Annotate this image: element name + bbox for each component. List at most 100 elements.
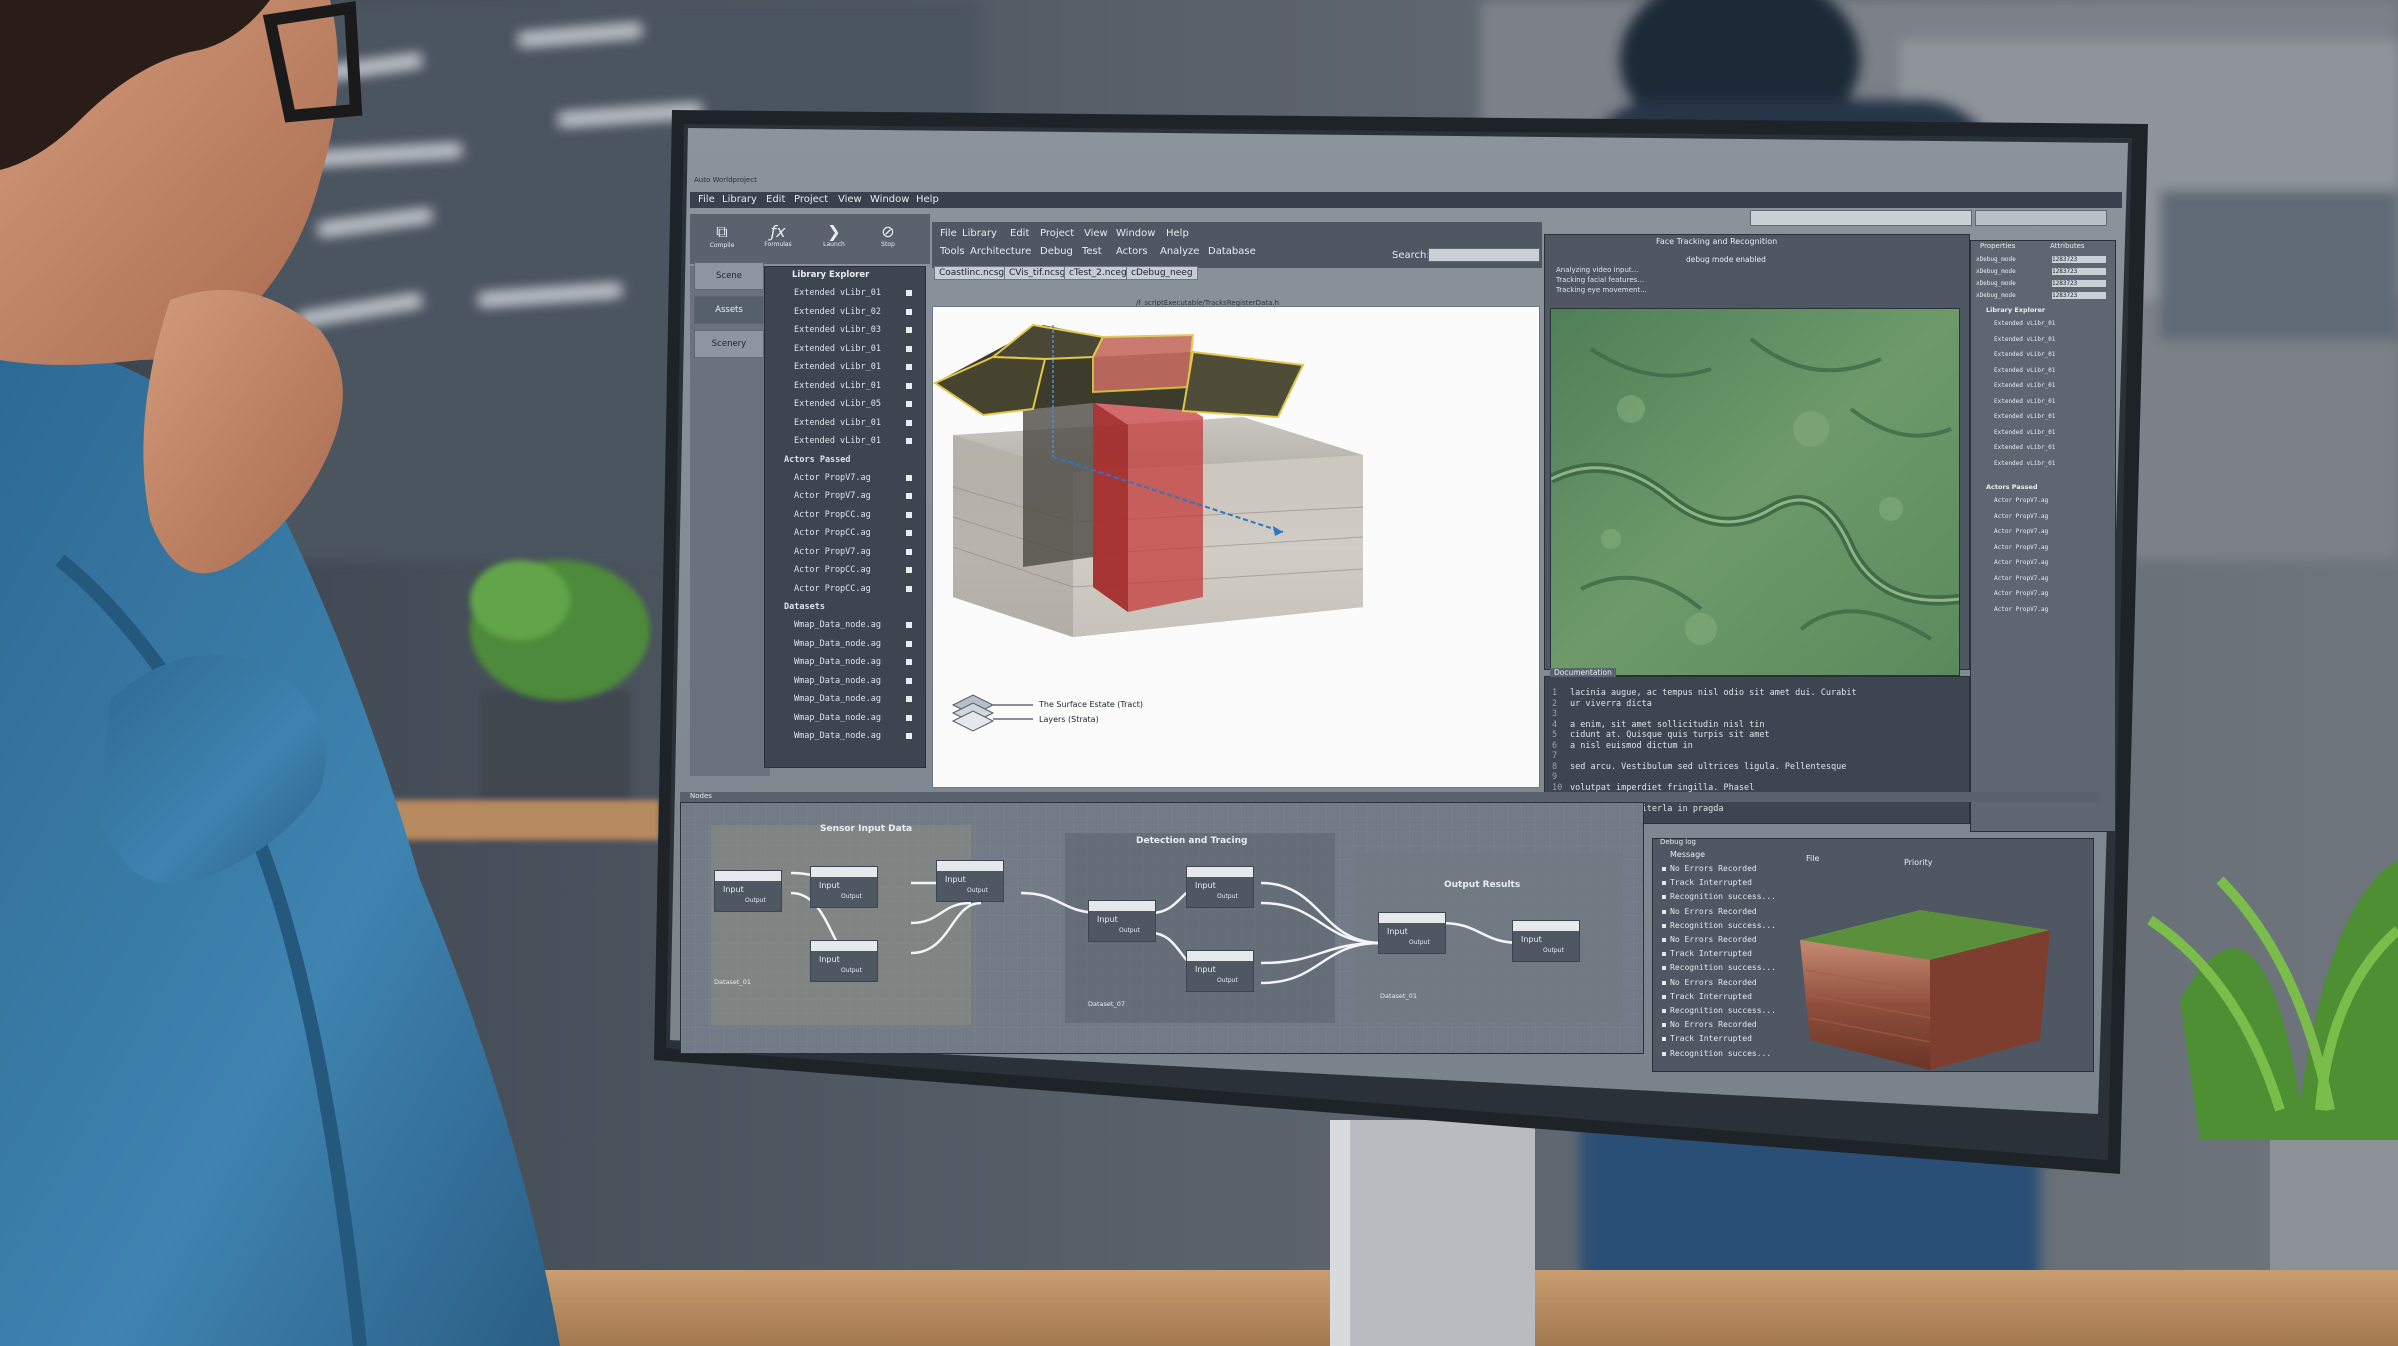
menu2-help[interactable]: Help (1166, 228, 1189, 239)
library-item[interactable]: Actor PropCC.ag (794, 510, 871, 520)
properties-tree-item[interactable]: Extended vLibr_01 (1994, 320, 2055, 327)
properties-tree-item[interactable]: Extended vLibr_01 (1994, 398, 2055, 405)
graph-node[interactable]: Input Output (936, 860, 1004, 902)
properties-tree-item[interactable]: Extended vLibr_01 (1994, 444, 2055, 451)
properties-tree-item[interactable]: Actor PropV7.ag (1994, 497, 2048, 504)
tab-attributes[interactable]: Attributes (2050, 242, 2085, 250)
library-item[interactable]: Extended vLibr_01 (794, 418, 881, 428)
debug-log-item[interactable]: No Errors Recorded (1670, 978, 1757, 987)
graph-node-output[interactable]: Output (1119, 927, 1140, 934)
library-item[interactable]: Wmap_Data_node.ag (794, 694, 881, 704)
graph-node[interactable]: Input Output (1186, 950, 1254, 992)
property-value[interactable]: 1283723 (2052, 280, 2106, 287)
debug-col-priority[interactable]: Priority (1904, 858, 1932, 867)
properties-tree-item[interactable]: Actor PropV7.ag (1994, 544, 2048, 551)
graph-node[interactable]: Input Output (1088, 900, 1156, 942)
viewport-3d[interactable]: The Surface Estate (Tract) Layers (Strat… (932, 306, 1540, 788)
graph-node-output[interactable]: Output (1217, 977, 1238, 984)
library-item[interactable]: Wmap_Data_node.ag (794, 731, 881, 741)
menu-project[interactable]: Project (794, 194, 828, 205)
library-item[interactable]: Extended vLibr_01 (794, 436, 881, 446)
properties-tree-item[interactable]: Actor PropV7.ag (1994, 606, 2048, 613)
debug-log-item[interactable]: No Errors Recorded (1670, 864, 1757, 873)
checkbox-icon[interactable] (906, 290, 912, 296)
menu2-test[interactable]: Test (1082, 246, 1102, 257)
debug-log-item[interactable]: Recognition success... (1670, 892, 1776, 901)
terrain-map[interactable] (1550, 308, 1960, 676)
launch-button[interactable]: ❯ Launch (812, 222, 856, 248)
library-item[interactable]: Actor PropCC.ag (794, 528, 871, 538)
search-input[interactable] (1428, 248, 1540, 262)
checkbox-icon[interactable] (906, 714, 912, 721)
checkbox-icon[interactable] (906, 733, 912, 739)
properties-tree-item[interactable]: Extended vLibr_01 (1994, 460, 2055, 467)
debug-log-item[interactable]: Track Interrupted (1670, 949, 1752, 958)
graph-node-output[interactable]: Output (1409, 939, 1430, 946)
checkbox-icon[interactable] (906, 419, 912, 426)
library-item[interactable]: Extended vLibr_01 (794, 381, 881, 391)
checkbox-icon[interactable] (906, 622, 912, 628)
properties-tree-item[interactable]: Extended vLibr_01 (1994, 429, 2055, 436)
graph-node-input[interactable]: Input (819, 955, 840, 964)
properties-tree-item[interactable]: Actor PropV7.ag (1994, 559, 2048, 566)
library-item[interactable]: Extended vLibr_05 (794, 399, 881, 409)
checkbox-icon[interactable] (906, 345, 912, 352)
graph-node-output[interactable]: Output (841, 893, 862, 900)
debug-log-item[interactable]: Track Interrupted (1670, 878, 1752, 887)
compile-button[interactable]: ⧉ Compile (700, 222, 744, 249)
menu-file[interactable]: File (698, 194, 715, 205)
debug-log-item[interactable]: No Errors Recorded (1670, 907, 1757, 916)
checkbox-icon[interactable] (906, 677, 912, 684)
library-item[interactable]: Actor PropV7.ag (794, 491, 871, 501)
checkbox-icon[interactable] (906, 567, 912, 573)
menu2-architecture[interactable]: Architecture (970, 246, 1031, 257)
properties-tree-item[interactable]: Actor PropV7.ag (1994, 575, 2048, 582)
menu2-file[interactable]: File (940, 228, 957, 239)
debug-log-item[interactable]: Recognition succes... (1670, 1049, 1771, 1058)
graph-node-input[interactable]: Input (723, 885, 744, 894)
properties-tree-item[interactable]: Actor PropV7.ag (1994, 513, 2048, 520)
tab-properties[interactable]: Properties (1980, 242, 2015, 250)
library-item[interactable]: Extended vLibr_01 (794, 288, 881, 298)
menu2-debug[interactable]: Debug (1040, 246, 1073, 257)
graph-node-input[interactable]: Input (1097, 915, 1118, 924)
debug-col-message[interactable]: Message (1670, 850, 1705, 859)
graph-node-output[interactable]: Output (967, 887, 988, 894)
checkbox-icon[interactable] (906, 327, 912, 333)
menu-view[interactable]: View (838, 194, 862, 205)
library-item[interactable]: Wmap_Data_node.ag (794, 657, 881, 667)
checkbox-icon[interactable] (906, 548, 912, 555)
menu2-actors[interactable]: Actors (1116, 246, 1148, 257)
sidebar-assets-button[interactable]: Assets (694, 296, 764, 324)
library-item[interactable]: Extended vLibr_01 (794, 344, 881, 354)
debug-log-item[interactable]: No Errors Recorded (1670, 935, 1757, 944)
library-group-header[interactable]: Datasets (784, 602, 825, 612)
tab-coastlinc[interactable]: Coastlinc.ncsg (934, 266, 1010, 280)
graph-node-input[interactable]: Input (1195, 881, 1216, 890)
sidebar-scene-button[interactable]: Scene (694, 262, 764, 290)
graph-node-output[interactable]: Output (1543, 947, 1564, 954)
graph-node-input[interactable]: Input (819, 881, 840, 890)
menu2-library[interactable]: Library (962, 228, 997, 239)
checkbox-icon[interactable] (906, 401, 912, 407)
graph-node-output[interactable]: Output (841, 967, 862, 974)
graph-node[interactable]: Input Output (1186, 866, 1254, 908)
properties-tree-item[interactable]: Actor PropV7.ag (1994, 528, 2048, 535)
debug-log-item[interactable]: Recognition success... (1670, 1006, 1776, 1015)
debug-col-file[interactable]: File (1806, 854, 1819, 863)
debug-log-item[interactable]: Track Interrupted (1670, 1034, 1752, 1043)
properties-group-header[interactable]: Library Explorer (1986, 306, 2045, 314)
library-item[interactable]: Extended vLibr_01 (794, 362, 881, 372)
menu2-database[interactable]: Database (1208, 246, 1256, 257)
properties-tree-item[interactable]: Extended vLibr_01 (1994, 351, 2055, 358)
library-item[interactable]: Actor PropV7.ag (794, 473, 871, 483)
checkbox-icon[interactable] (906, 308, 912, 315)
debug-log-item[interactable]: Recognition success... (1670, 963, 1776, 972)
property-value[interactable]: 1283723 (2052, 268, 2106, 275)
checkbox-icon[interactable] (906, 696, 912, 702)
menu2-window[interactable]: Window (1116, 228, 1155, 239)
properties-tree-item[interactable]: Actor PropV7.ag (1994, 590, 2048, 597)
debug-log-item[interactable]: No Errors Recorded (1670, 1020, 1757, 1029)
library-item[interactable]: Actor PropCC.ag (794, 584, 871, 594)
library-item[interactable]: Wmap_Data_node.ag (794, 639, 881, 649)
